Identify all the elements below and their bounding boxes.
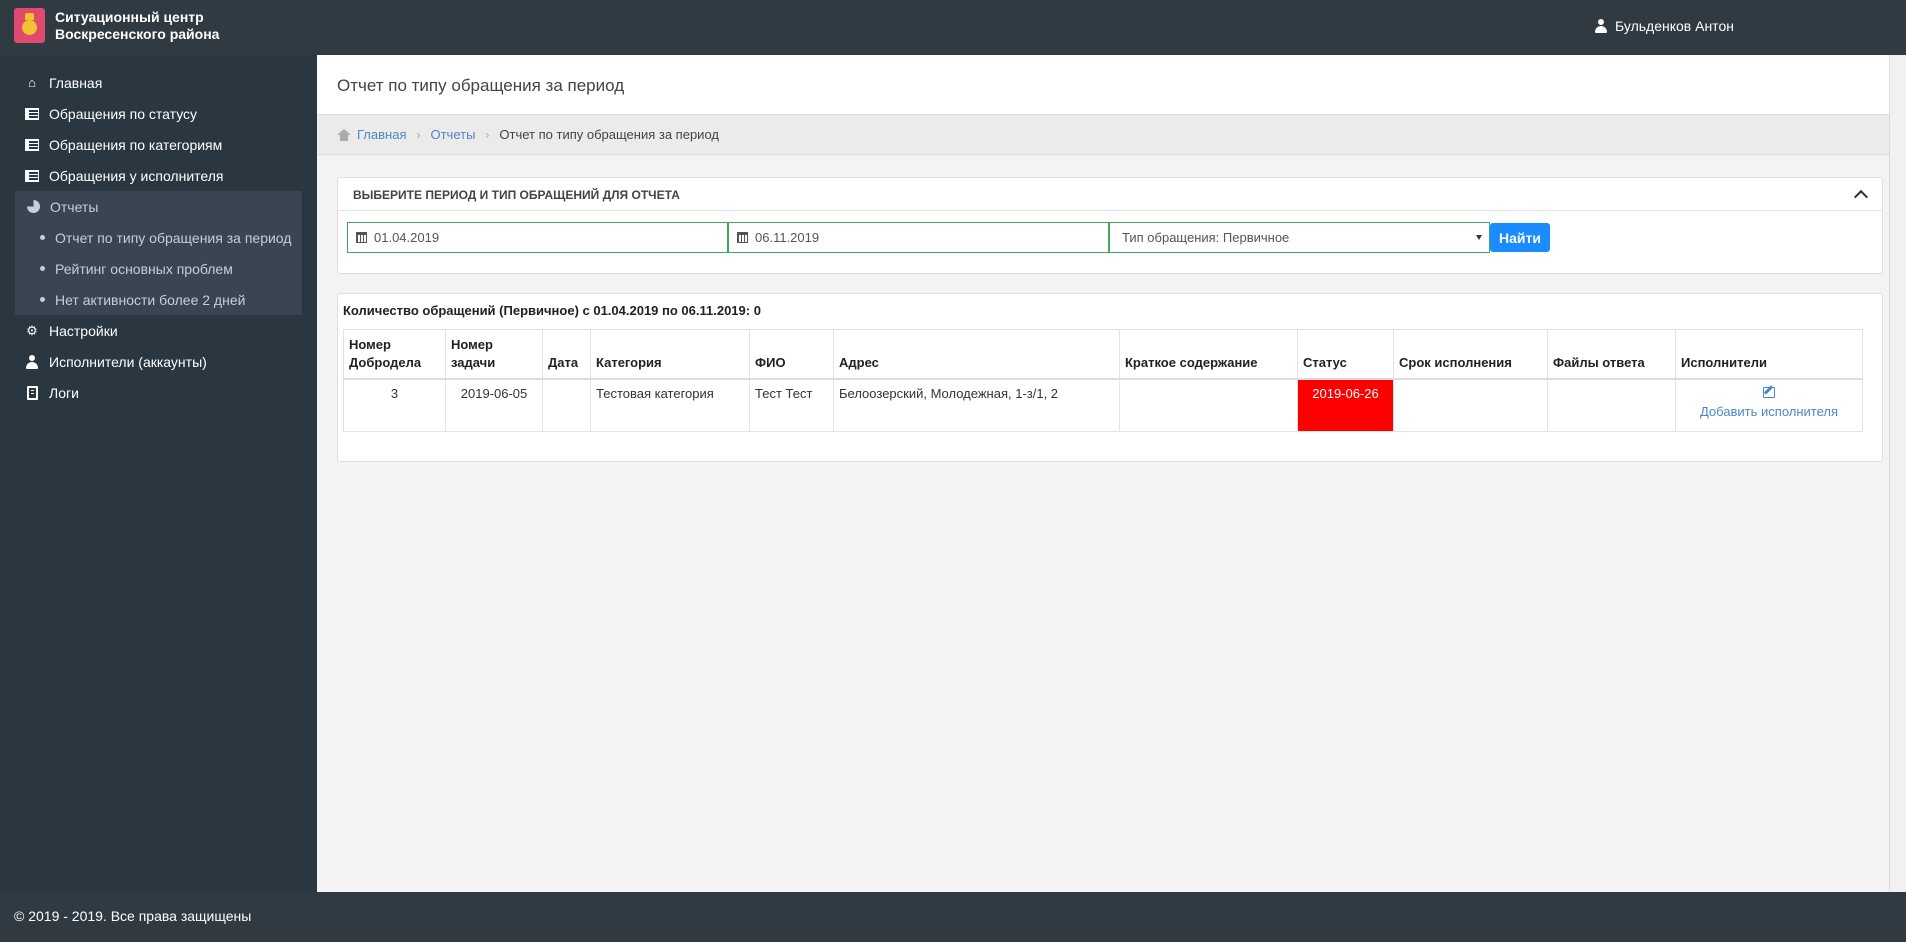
col-deadline[interactable]: Срок исполнения (1393, 329, 1548, 380)
brand[interactable]: Ситуационный центр Воскресенского района (14, 8, 219, 43)
user-icon (1595, 19, 1607, 33)
table-row: 3 2019-06-05 Тестовая категория Тест Тес… (343, 378, 1863, 432)
calendar-icon (356, 232, 367, 243)
cell-date (542, 378, 591, 432)
col-summary[interactable]: Краткое содержание (1119, 329, 1298, 380)
edit-icon[interactable] (1763, 387, 1775, 398)
col-category[interactable]: Категория (590, 329, 750, 380)
cell-dobrodel-no: 3 (343, 378, 446, 432)
col-dobrodel-no[interactable]: Номер Добродела (343, 329, 446, 380)
cell-summary (1119, 378, 1298, 432)
list-icon (25, 138, 39, 151)
sidebar-group-reports: Отчеты Отчет по типу обращения за период… (15, 191, 302, 315)
pie-chart-icon (26, 200, 40, 213)
cell-deadline (1393, 378, 1548, 432)
find-button[interactable]: Найти (1490, 223, 1550, 252)
results-table: Номер Добродела Номер задачи Дата Катего… (343, 329, 1863, 432)
table-header-row: Номер Добродела Номер задачи Дата Катего… (343, 329, 1863, 380)
filter-row: 01.04.2019 06.11.2019 Тип обращения: Пер… (347, 222, 1550, 253)
date-to-field[interactable]: 06.11.2019 (728, 222, 1109, 253)
col-task-no[interactable]: Номер задачи (445, 329, 543, 380)
col-date[interactable]: Дата (542, 329, 591, 380)
cell-files (1547, 378, 1676, 432)
sidebar-item-by-status[interactable]: Обращения по статусу (0, 98, 317, 129)
user-name: Бульденков Антон (1615, 18, 1734, 34)
appeal-type-select[interactable]: Тип обращения: Первичное (1109, 222, 1490, 253)
date-from-field[interactable]: 01.04.2019 (347, 222, 728, 253)
sidebar-item-home[interactable]: ⌂ Главная (0, 67, 317, 98)
col-status[interactable]: Статус (1297, 329, 1394, 380)
cell-task-no: 2019-06-05 (445, 378, 543, 432)
breadcrumb-current: Отчет по типу обращения за период (499, 127, 719, 142)
home-icon: ⌂ (28, 75, 36, 90)
user-menu[interactable]: Бульденков Антон (1595, 18, 1734, 34)
brand-title: Ситуационный центр Воскресенского района (55, 8, 220, 42)
sidebar-subitem-problems-rating[interactable]: Рейтинг основных проблем (15, 253, 302, 284)
page-title: Отчет по типу обращения за период (317, 55, 1906, 115)
list-icon (25, 169, 39, 182)
cell-fio: Тест Тест (749, 378, 834, 432)
col-assignees[interactable]: Исполнители (1675, 329, 1863, 380)
filter-panel: ВЫБЕРИТЕ ПЕРИОД И ТИП ОБРАЩЕНИЙ ДЛЯ ОТЧЕ… (337, 177, 1883, 274)
col-address[interactable]: Адрес (833, 329, 1120, 380)
sidebar-item-settings[interactable]: ⚙ Настройки (0, 315, 317, 346)
sidebar-item-by-category[interactable]: Обращения по категориям (0, 129, 317, 160)
user-icon (26, 354, 38, 369)
col-fio[interactable]: ФИО (749, 329, 834, 380)
cell-assignees: Добавить исполнителя (1675, 378, 1863, 432)
breadcrumb-separator: › (416, 127, 421, 142)
sidebar-item-accounts[interactable]: Исполнители (аккаунты) (0, 346, 317, 377)
breadcrumb-reports[interactable]: Отчеты (430, 127, 475, 142)
district-logo-icon (14, 8, 45, 43)
dropdown-caret-icon (1476, 235, 1482, 240)
calendar-icon (737, 232, 748, 243)
cell-category: Тестовая категория (590, 378, 750, 432)
sidebar-item-by-assignee[interactable]: Обращения у исполнителя (0, 160, 317, 191)
cell-status: 2019-06-26 (1297, 378, 1394, 432)
breadcrumb-home[interactable]: Главная (357, 127, 406, 142)
add-assignee-link[interactable]: Добавить исполнителя (1681, 404, 1857, 420)
home-icon (337, 128, 351, 141)
results-summary: Количество обращений (Первичное) с 01.04… (343, 303, 761, 318)
top-header: Ситуационный центр Воскресенского района… (0, 0, 1906, 55)
footer-copyright: © 2019 - 2019. Все права защищены (14, 908, 252, 924)
cell-address: Белоозерский, Молодежная, 1-з/1, 2 (833, 378, 1120, 432)
footer: © 2019 - 2019. Все права защищены (0, 892, 1906, 942)
sidebar: ⌂ Главная Обращения по статусу Обращения… (0, 55, 317, 892)
col-files[interactable]: Файлы ответа (1547, 329, 1676, 380)
sidebar-item-logs[interactable]: Логи (0, 377, 317, 408)
page-scrollbar[interactable] (1889, 55, 1906, 892)
filter-panel-title: ВЫБЕРИТЕ ПЕРИОД И ТИП ОБРАЩЕНИЙ ДЛЯ ОТЧЕ… (338, 178, 1882, 211)
sidebar-nav: ⌂ Главная Обращения по статусу Обращения… (0, 55, 317, 408)
breadcrumb-separator: › (485, 127, 490, 142)
sidebar-subitem-inactive[interactable]: Нет активности более 2 дней (15, 284, 302, 315)
gears-icon: ⚙ (26, 323, 38, 338)
list-icon (25, 107, 39, 120)
main-content: Отчет по типу обращения за период Главна… (317, 55, 1906, 892)
clipboard-icon (26, 385, 38, 400)
breadcrumb: Главная › Отчеты › Отчет по типу обращен… (317, 115, 1906, 155)
sidebar-item-reports[interactable]: Отчеты (15, 191, 302, 222)
sidebar-subitem-type-report[interactable]: Отчет по типу обращения за период (15, 222, 302, 253)
results-panel: Количество обращений (Первичное) с 01.04… (337, 293, 1883, 462)
